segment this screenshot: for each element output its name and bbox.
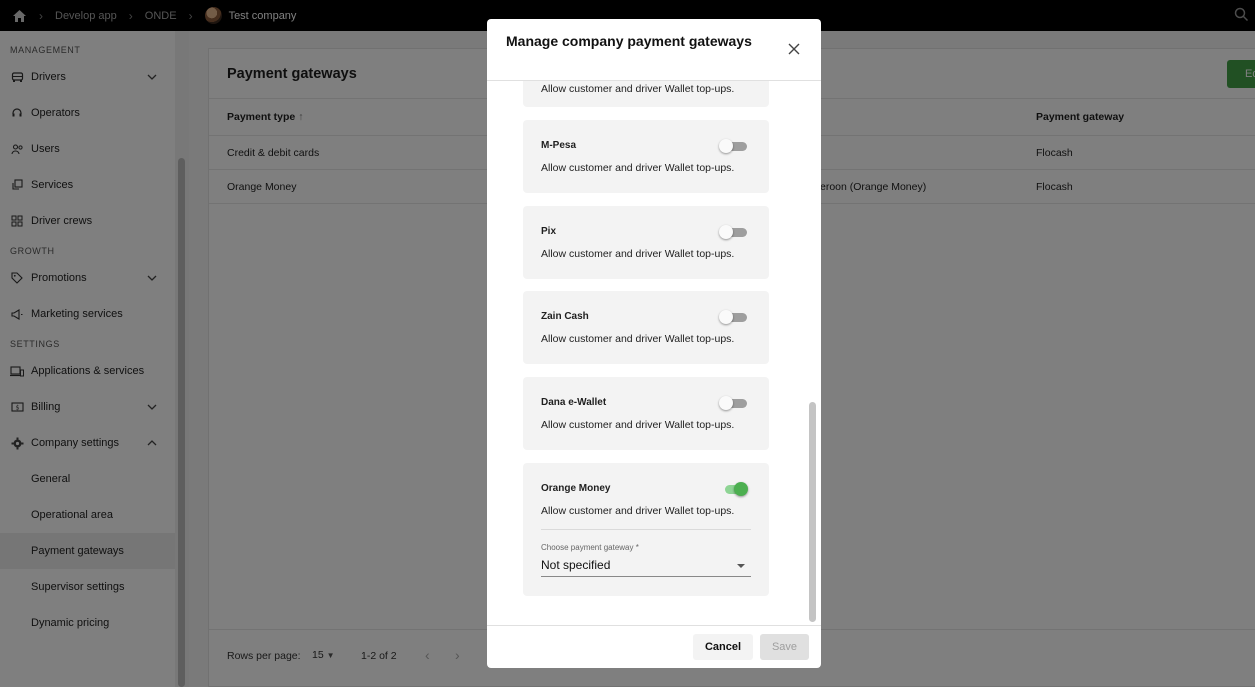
pix-toggle[interactable] bbox=[719, 225, 749, 239]
save-button[interactable]: Save bbox=[760, 634, 809, 660]
orange-money-toggle[interactable] bbox=[719, 482, 749, 496]
scrollbar-thumb[interactable] bbox=[809, 402, 816, 622]
manage-payment-gateways-dialog: Manage company payment gateways Allow cu… bbox=[487, 19, 821, 668]
gateway-card-mpesa: M-Pesa Allow customer and driver Wallet … bbox=[523, 120, 769, 193]
mpesa-toggle[interactable] bbox=[719, 139, 749, 153]
zain-cash-toggle[interactable] bbox=[719, 310, 749, 324]
divider bbox=[541, 529, 751, 530]
gateway-card-dana-ewallet: Dana e-Wallet Allow customer and driver … bbox=[523, 377, 769, 450]
dana-ewallet-toggle[interactable] bbox=[719, 396, 749, 410]
gateway-description: Allow customer and driver Wallet top-ups… bbox=[541, 248, 735, 260]
dialog-body: Allow customer and driver Wallet top-ups… bbox=[487, 80, 821, 626]
gateway-card-orange-money: Orange Money Allow customer and driver W… bbox=[523, 463, 769, 596]
gateway-name: Orange Money bbox=[541, 483, 611, 494]
gateway-name: Pix bbox=[541, 226, 557, 237]
select-underline bbox=[541, 576, 751, 577]
gateway-description: Allow customer and driver Wallet top-ups… bbox=[541, 505, 735, 517]
gateway-description: Allow customer and driver Wallet top-ups… bbox=[541, 333, 735, 345]
caret-down-icon[interactable] bbox=[737, 564, 745, 568]
gateway-description: Allow customer and driver Wallet top-ups… bbox=[541, 162, 735, 174]
gateway-description: Allow customer and driver Wallet top-ups… bbox=[541, 83, 735, 95]
close-icon[interactable] bbox=[787, 42, 801, 56]
gateway-card: Allow customer and driver Wallet top-ups… bbox=[523, 81, 769, 107]
gateway-card-zain-cash: Zain Cash Allow customer and driver Wall… bbox=[523, 291, 769, 364]
gateway-name: Dana e-Wallet bbox=[541, 397, 607, 408]
dialog-scrollbar[interactable] bbox=[806, 81, 820, 625]
cancel-button[interactable]: Cancel bbox=[693, 634, 753, 660]
gateway-card-pix: Pix Allow customer and driver Wallet top… bbox=[523, 206, 769, 279]
dialog-title: Manage company payment gateways bbox=[506, 33, 752, 49]
payment-gateway-select[interactable]: Not specified bbox=[541, 558, 610, 572]
gateway-name: Zain Cash bbox=[541, 311, 589, 322]
gateway-name: M-Pesa bbox=[541, 140, 577, 151]
payment-gateway-field-label: Choose payment gateway * bbox=[541, 543, 639, 552]
gateway-description: Allow customer and driver Wallet top-ups… bbox=[541, 419, 735, 431]
